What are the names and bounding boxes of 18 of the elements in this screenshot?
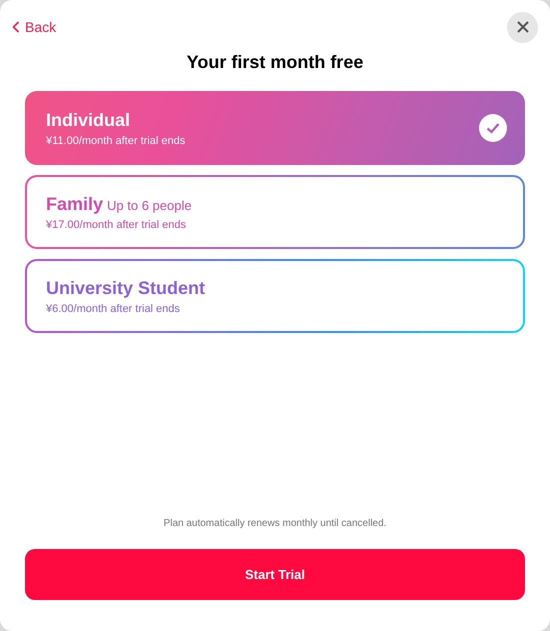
- plan-price: ¥11.00/month after trial ends: [46, 134, 186, 146]
- renewal-note: Plan automatically renews monthly until cancelled.: [162, 518, 388, 529]
- plan-option[interactable]: Individual ¥11.00/month after trial ends: [25, 91, 525, 165]
- plan-name: Family: [46, 194, 104, 214]
- back-link[interactable]: Back: [12, 19, 56, 35]
- plan-option[interactable]: University Student ¥6.00/month after trial ends: [25, 259, 525, 333]
- close-button[interactable]: [507, 12, 538, 42]
- plan-price: ¥17.00/month after trial ends: [46, 218, 188, 230]
- plan-price: ¥6.00/month after trial ends: [46, 302, 181, 314]
- page-title: Your first month free: [186, 52, 364, 73]
- plan-name: University Student: [46, 278, 206, 298]
- chevron-left-icon: [12, 21, 20, 33]
- plan-name: Individual: [46, 110, 130, 130]
- start-trial-button[interactable]: Start Trial: [25, 549, 525, 600]
- plan-note: Up to 6 people: [107, 198, 192, 212]
- close-icon: [516, 21, 528, 33]
- checkmark-icon: [479, 114, 507, 142]
- plan-option[interactable]: Family Up to 6 people ¥17.00/month after trial ends: [25, 175, 525, 249]
